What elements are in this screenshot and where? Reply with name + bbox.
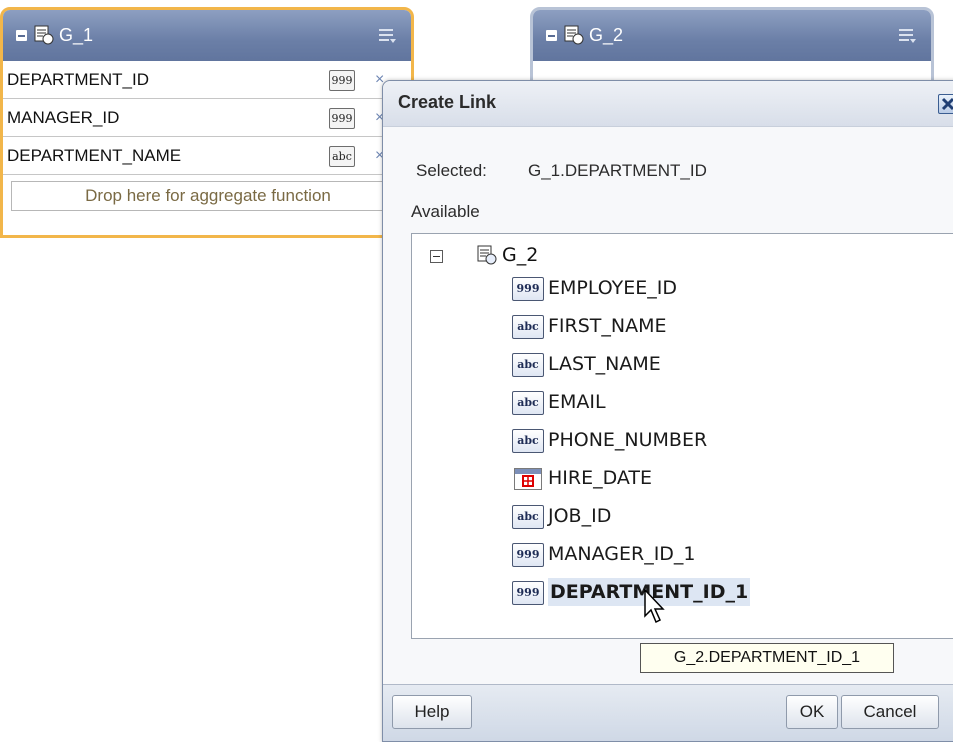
field-name: MANAGER_ID bbox=[7, 108, 120, 127]
data-group-icon bbox=[564, 25, 584, 45]
dialog-title: Create Link bbox=[398, 92, 497, 112]
tree-item-label: HIRE_DATE bbox=[548, 467, 653, 489]
text-type-icon: abc bbox=[512, 315, 544, 339]
selected-label: Selected: bbox=[416, 161, 487, 180]
group-header[interactable]: G_1 bbox=[3, 10, 411, 61]
field-row-manager-id[interactable]: MANAGER_ID 999 × bbox=[3, 99, 411, 137]
group-title: G_1 bbox=[59, 25, 94, 45]
create-link-dialog[interactable]: Create Link Selected: G_1.DEPARTMENT_ID … bbox=[382, 80, 953, 742]
tree-item-label: MANAGER_ID_1 bbox=[548, 543, 696, 565]
tooltip: G_2.DEPARTMENT_ID_1 bbox=[640, 643, 894, 673]
group-panel-g1[interactable]: G_1 DEPARTMENT_ID 999 × MANAGER_ID 999 ×… bbox=[0, 7, 414, 238]
text-type-icon: abc bbox=[329, 146, 355, 167]
group-menu-icon[interactable] bbox=[897, 26, 917, 46]
field-row-department-id[interactable]: DEPARTMENT_ID 999 × bbox=[3, 61, 411, 99]
available-tree[interactable]: G_2 999 EMPLOYEE_ID abc FIRST_NAME abc L… bbox=[411, 233, 953, 639]
field-name: DEPARTMENT_NAME bbox=[7, 146, 182, 165]
number-type-icon: 999 bbox=[329, 70, 355, 91]
tree-item-label: JOB_ID bbox=[548, 505, 612, 527]
number-type-icon: 999 bbox=[512, 543, 544, 567]
mouse-pointer-icon bbox=[644, 589, 665, 624]
data-group-icon bbox=[477, 245, 497, 265]
group-header[interactable]: G_2 bbox=[533, 10, 931, 61]
ok-button[interactable]: OK bbox=[786, 695, 838, 729]
field-row-department-name[interactable]: DEPARTMENT_NAME abc × bbox=[3, 137, 411, 175]
collapse-icon[interactable] bbox=[430, 250, 443, 263]
available-label: Available bbox=[411, 202, 480, 221]
number-type-icon: 999 bbox=[329, 108, 355, 129]
cancel-button[interactable]: Cancel bbox=[841, 695, 939, 729]
text-type-icon: abc bbox=[512, 505, 544, 529]
calendar-icon bbox=[514, 468, 542, 490]
dialog-title-bar[interactable]: Create Link bbox=[383, 81, 953, 127]
tree-root-label: G_2 bbox=[502, 244, 539, 266]
close-icon[interactable] bbox=[938, 94, 953, 114]
help-button[interactable]: Help bbox=[392, 695, 472, 729]
group-title: G_2 bbox=[589, 25, 624, 45]
tree-item-label: PHONE_NUMBER bbox=[548, 429, 708, 451]
group-menu-icon[interactable] bbox=[377, 26, 397, 46]
number-type-icon: 999 bbox=[512, 581, 544, 605]
dialog-footer: Help OK Cancel bbox=[383, 684, 953, 741]
collapse-icon[interactable] bbox=[546, 30, 557, 41]
text-type-icon: abc bbox=[512, 391, 544, 415]
text-type-icon: abc bbox=[512, 429, 544, 453]
collapse-icon[interactable] bbox=[16, 30, 27, 41]
data-group-icon bbox=[34, 25, 54, 45]
field-name: DEPARTMENT_ID bbox=[7, 70, 150, 89]
number-type-icon: 999 bbox=[512, 277, 544, 301]
tree-item-label: EMPLOYEE_ID bbox=[548, 277, 678, 299]
aggregate-drop-zone[interactable]: Drop here for aggregate function bbox=[11, 181, 405, 211]
text-type-icon: abc bbox=[512, 353, 544, 377]
tree-item-label: FIRST_NAME bbox=[548, 315, 667, 337]
tree-item-label: EMAIL bbox=[548, 391, 606, 413]
selected-value: G_1.DEPARTMENT_ID bbox=[528, 161, 707, 180]
tree-item-label: LAST_NAME bbox=[548, 353, 661, 375]
